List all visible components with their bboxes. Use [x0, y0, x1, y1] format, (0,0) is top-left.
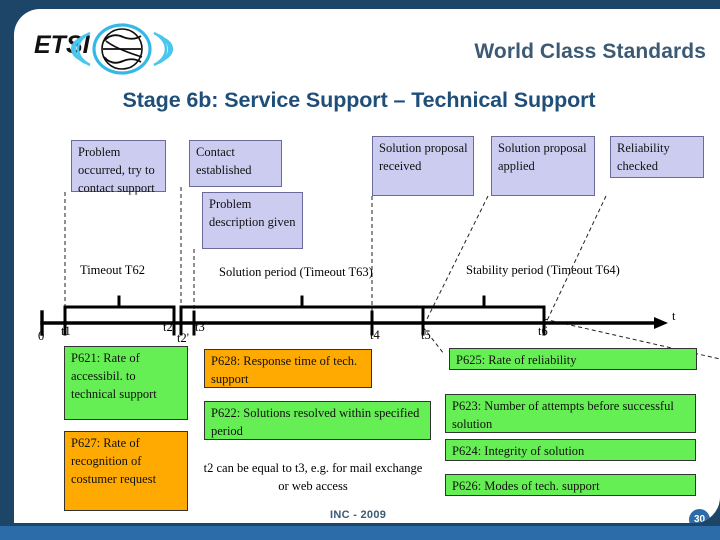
parameter-box-p624: P624: Integrity of solution	[445, 439, 696, 461]
etsi-logo: ETSI	[32, 23, 212, 75]
page-number-badge: 30	[689, 509, 710, 523]
parameter-box-p627: P627: Rate of recognition of costumer re…	[64, 431, 188, 511]
parameter-box-p628: P628: Response time of tech. support	[204, 349, 372, 388]
state-box-contact-established: Contact established	[189, 140, 282, 187]
axis-tick-t2prime: t2'	[177, 331, 189, 345]
state-box-solution-received: Solution proposal received	[372, 136, 474, 196]
tagline: World Class Standards	[474, 40, 706, 63]
axis-tick-t4: t4	[370, 328, 380, 342]
axis-tick-t1: t1	[61, 324, 71, 338]
axis-arrow-label: t	[672, 309, 676, 323]
svg-text:ETSI: ETSI	[34, 31, 91, 59]
footer-source: INC - 2009	[330, 509, 387, 521]
parameter-box-p626: P626: Modes of tech. support	[445, 474, 696, 496]
state-box-reliability-checked: Reliability checked	[610, 136, 704, 178]
axis-origin-label: 0	[38, 329, 45, 343]
state-box-solution-applied: Solution proposal applied	[491, 136, 595, 196]
axis-tick-t6: t6	[538, 324, 548, 338]
parameter-box-p623: P623: Number of attempts before successf…	[445, 394, 696, 433]
parameter-box-p622: P622: Solutions resolved within specifie…	[204, 401, 431, 440]
timeline-axis	[40, 295, 668, 336]
axis-tick-t3: t3	[195, 320, 205, 334]
parameter-box-p621: P621: Rate of accessibil. to technical s…	[64, 346, 188, 420]
state-box-problem-description: Problem description given	[202, 192, 303, 249]
parameter-box-p625: P625: Rate of reliability	[449, 348, 697, 370]
slide: ETSI World Class Standards Stage 6b: Ser…	[0, 0, 720, 540]
page-title: Stage 6b: Service Support – Technical Su…	[122, 88, 596, 112]
axis-tick-t5: t5	[421, 328, 431, 342]
state-box-problem-occurred: Problem occurred, try to contact support	[71, 140, 166, 195]
axis-tick-t2: t2	[163, 320, 173, 334]
slide-page: ETSI World Class Standards Stage 6b: Ser…	[14, 9, 720, 523]
note-text: t2 can be equal to t3, e.g. for mail exc…	[203, 461, 423, 494]
